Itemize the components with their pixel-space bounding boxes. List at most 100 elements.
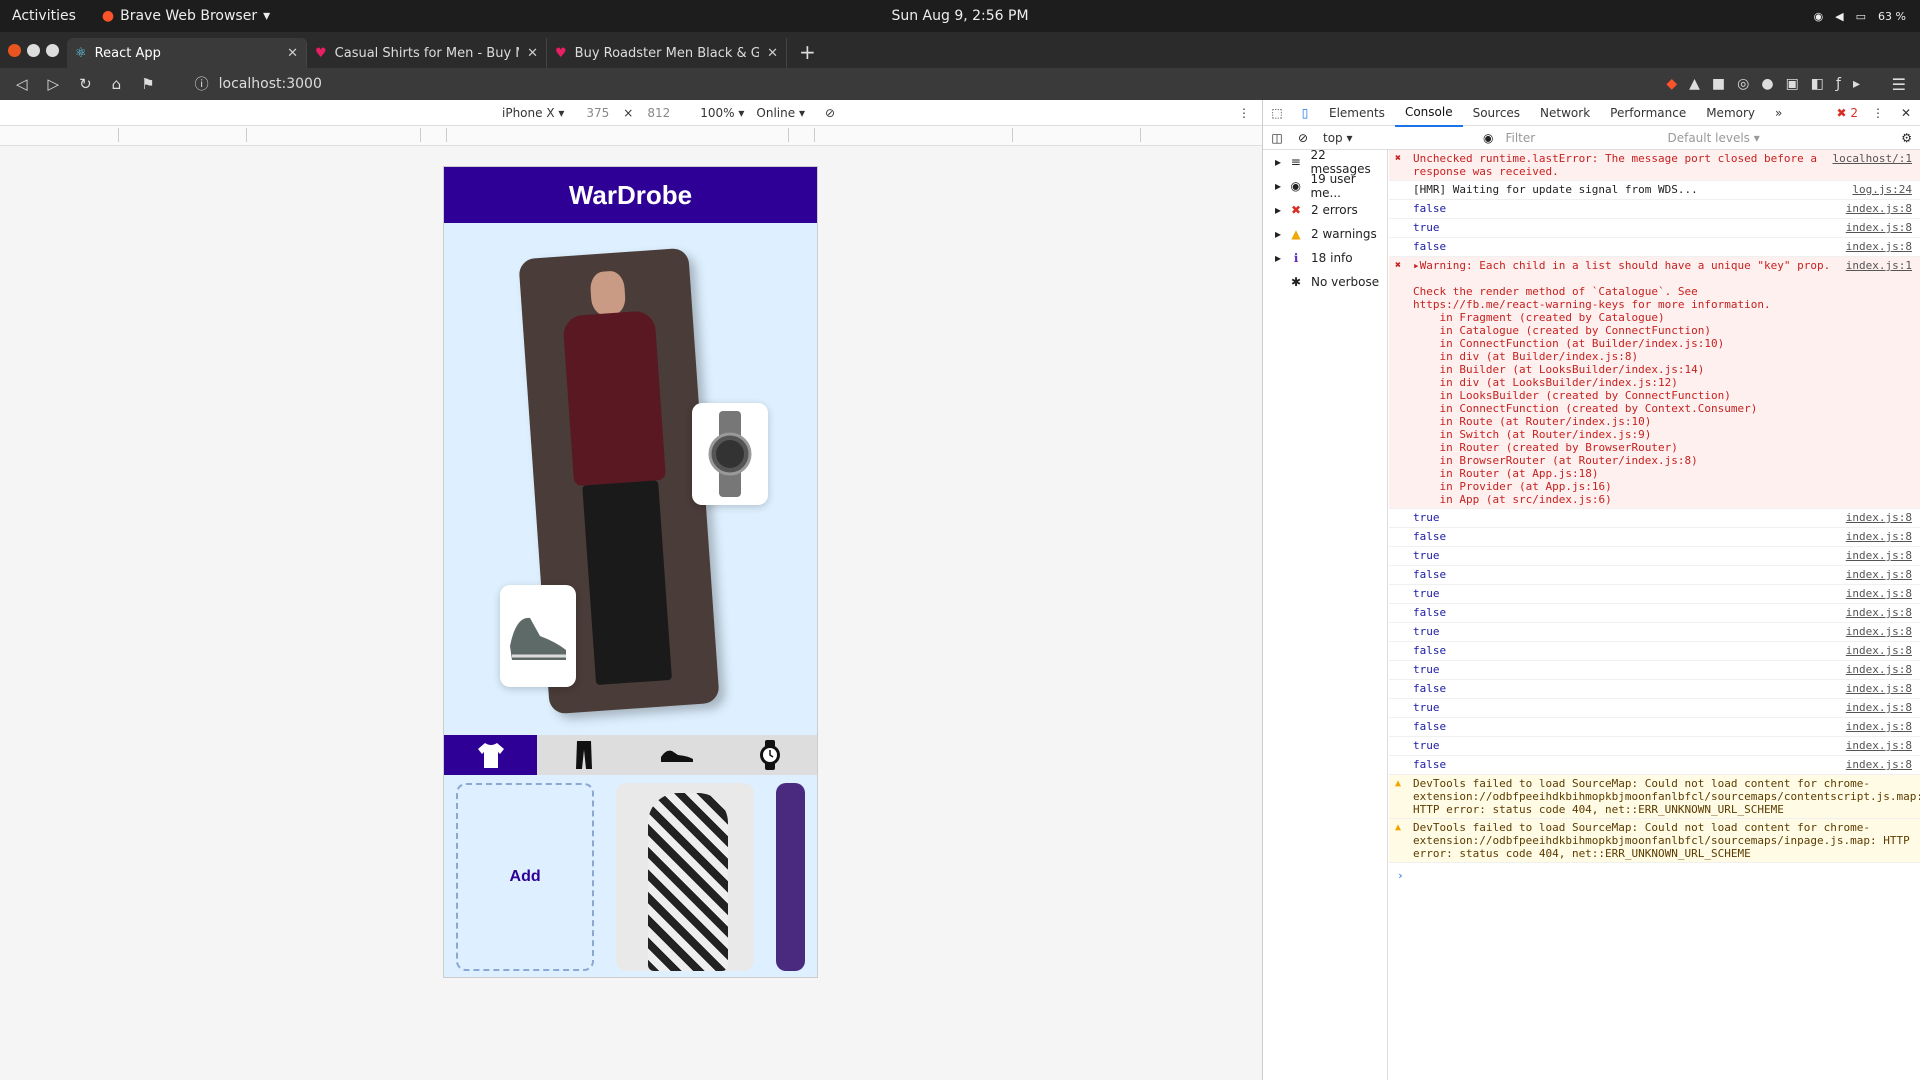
sidebar-item-messages[interactable]: ▸ ≡ 22 messages xyxy=(1263,148,1387,176)
sidebar-item-warnings[interactable]: ▸ ▲ 2 warnings xyxy=(1263,222,1387,246)
activities-button[interactable]: Activities xyxy=(0,8,88,24)
watch-accessory[interactable] xyxy=(692,403,768,505)
sidebar-item-errors[interactable]: ▸ ✖ 2 errors xyxy=(1263,198,1387,222)
source-link[interactable]: localhost/:1 xyxy=(1833,152,1912,178)
source-link[interactable]: index.js:8 xyxy=(1846,720,1912,734)
tab-casual-shirts[interactable]: ♥ Casual Shirts for Men - Buy Men ✕ xyxy=(307,38,547,68)
sidebar-toggle-icon[interactable]: ◫ xyxy=(1263,131,1291,145)
tab-shirts[interactable] xyxy=(444,735,538,775)
settings-menu-icon[interactable]: ⋮ xyxy=(1864,106,1892,120)
tab-network[interactable]: Network xyxy=(1530,100,1600,126)
source-link[interactable]: index.js:8 xyxy=(1846,202,1912,216)
catalogue-item[interactable] xyxy=(616,783,755,971)
sidebar-item-user-messages[interactable]: ▸ ◉ 19 user me... xyxy=(1263,172,1387,200)
new-tab-button[interactable]: + xyxy=(787,40,828,68)
source-link[interactable]: index.js:8 xyxy=(1846,240,1912,254)
source-link[interactable]: index.js:8 xyxy=(1846,587,1912,601)
source-link[interactable]: log.js:24 xyxy=(1852,183,1912,197)
add-item-button[interactable]: Add xyxy=(456,783,595,971)
error-counter[interactable]: ✖ 2 xyxy=(1830,106,1864,120)
tab-pants[interactable] xyxy=(537,735,630,775)
source-link[interactable]: index.js:8 xyxy=(1846,625,1912,639)
source-link[interactable]: index.js:8 xyxy=(1846,701,1912,715)
tab-elements[interactable]: Elements xyxy=(1319,100,1395,126)
extension-icon[interactable]: ● xyxy=(1761,76,1773,92)
extension-icon[interactable]: ◧ xyxy=(1811,76,1824,92)
app-menu[interactable]: ● Brave Web Browser ▾ xyxy=(102,8,270,24)
source-link[interactable]: index.js:8 xyxy=(1846,644,1912,658)
clock[interactable]: Sun Aug 9, 2:56 PM xyxy=(0,8,1920,24)
console-prompt[interactable]: › xyxy=(1389,863,1920,888)
shirt-layer[interactable] xyxy=(562,310,667,487)
rotate-icon[interactable]: ⊘ xyxy=(825,106,835,120)
home-icon[interactable]: ⌂ xyxy=(112,75,122,93)
inspect-icon[interactable]: ⬚ xyxy=(1263,106,1291,120)
message-text: DevTools failed to load SourceMap: Could… xyxy=(1413,777,1920,816)
source-link[interactable]: index.js:8 xyxy=(1846,682,1912,696)
close-tab-icon[interactable]: ✕ xyxy=(287,46,298,61)
context-select[interactable]: top ▾ xyxy=(1323,131,1483,145)
back-icon[interactable]: ◁ xyxy=(16,75,28,93)
eye-icon[interactable]: ◉ xyxy=(1483,131,1493,145)
brave-shields-icon[interactable]: ◆ xyxy=(1666,76,1677,92)
source-link[interactable]: index.js:8 xyxy=(1846,549,1912,563)
source-link[interactable]: index.js:8 xyxy=(1846,221,1912,235)
source-link[interactable]: index.js:8 xyxy=(1846,568,1912,582)
sidebar-item-info[interactable]: ▸ ℹ 18 info xyxy=(1263,246,1387,270)
forward-icon[interactable]: ▷ xyxy=(48,75,60,93)
extension-icon[interactable]: ◎ xyxy=(1737,76,1749,92)
catalogue-item[interactable] xyxy=(776,783,805,971)
extension-icon[interactable]: ■ xyxy=(1712,76,1725,92)
shoe-accessory[interactable] xyxy=(500,585,576,687)
source-link[interactable]: index.js:8 xyxy=(1846,663,1912,677)
tab-sources[interactable]: Sources xyxy=(1463,100,1530,126)
console-message[interactable]: ✖ ▸Warning: Each child in a list should h… xyxy=(1389,257,1920,509)
source-link[interactable]: index.js:1 xyxy=(1846,259,1912,506)
more-tabs-icon[interactable]: » xyxy=(1765,100,1792,126)
tab-console[interactable]: Console xyxy=(1394,99,1463,127)
source-link[interactable]: index.js:8 xyxy=(1846,606,1912,620)
sidebar-item-verbose[interactable]: ✱ No verbose xyxy=(1263,270,1387,294)
extension-icon[interactable]: ƒ xyxy=(1836,76,1841,92)
bookmark-icon[interactable]: ⚑ xyxy=(141,75,154,93)
filter-input[interactable]: Filter xyxy=(1505,131,1655,145)
network-select[interactable]: Online ▾ xyxy=(756,106,805,120)
system-tray[interactable]: ◉ ◀ ▭ 63 % xyxy=(1814,10,1906,23)
info-icon[interactable]: ⓘ xyxy=(195,74,209,94)
url-field[interactable]: ⓘ localhost:3000 xyxy=(195,74,322,94)
source-link[interactable]: index.js:8 xyxy=(1846,530,1912,544)
pants-layer[interactable] xyxy=(582,480,672,686)
levels-select[interactable]: Default levels ▾ xyxy=(1667,131,1759,145)
height-input[interactable]: 812 xyxy=(647,106,670,120)
reload-icon[interactable]: ↻ xyxy=(79,75,92,93)
tab-watches[interactable] xyxy=(724,735,817,775)
close-window-button[interactable] xyxy=(8,43,21,57)
maximize-button[interactable] xyxy=(46,43,59,57)
close-tab-icon[interactable]: ✕ xyxy=(527,46,538,61)
close-tab-icon[interactable]: ✕ xyxy=(767,46,778,61)
minimize-button[interactable] xyxy=(27,43,40,57)
zoom-select[interactable]: 100% ▾ xyxy=(700,106,744,120)
tab-react-app[interactable]: ⚛ React App ✕ xyxy=(67,38,307,68)
gear-icon[interactable]: ⚙ xyxy=(1901,131,1912,145)
device-toggle-icon[interactable]: ▯ xyxy=(1291,106,1319,120)
close-icon[interactable]: ✕ xyxy=(1892,106,1920,120)
message-text: false xyxy=(1413,202,1447,215)
more-options-icon[interactable]: ⋮ xyxy=(1238,106,1250,120)
source-link[interactable]: index.js:8 xyxy=(1846,758,1912,772)
message-text: false xyxy=(1413,530,1447,543)
tab-shoes[interactable] xyxy=(631,735,724,775)
clear-console-icon[interactable]: ⊘ xyxy=(1291,131,1315,145)
device-select[interactable]: iPhone X ▾ xyxy=(502,106,564,120)
source-link[interactable]: index.js:8 xyxy=(1846,511,1912,525)
source-link[interactable]: index.js:8 xyxy=(1846,739,1912,753)
tab-roadster[interactable]: ♥ Buy Roadster Men Black & Grey ✕ xyxy=(547,38,787,68)
extension-icon[interactable]: ▣ xyxy=(1786,76,1799,92)
volume-icon: ◀ xyxy=(1835,9,1844,23)
rewards-icon[interactable]: ▲ xyxy=(1689,76,1700,92)
width-input[interactable]: 375 xyxy=(586,106,609,120)
tab-memory[interactable]: Memory xyxy=(1696,100,1765,126)
tab-performance[interactable]: Performance xyxy=(1600,100,1696,126)
terminal-icon[interactable]: ▸ xyxy=(1853,76,1860,92)
hamburger-menu-icon[interactable]: ☰ xyxy=(1892,75,1906,94)
